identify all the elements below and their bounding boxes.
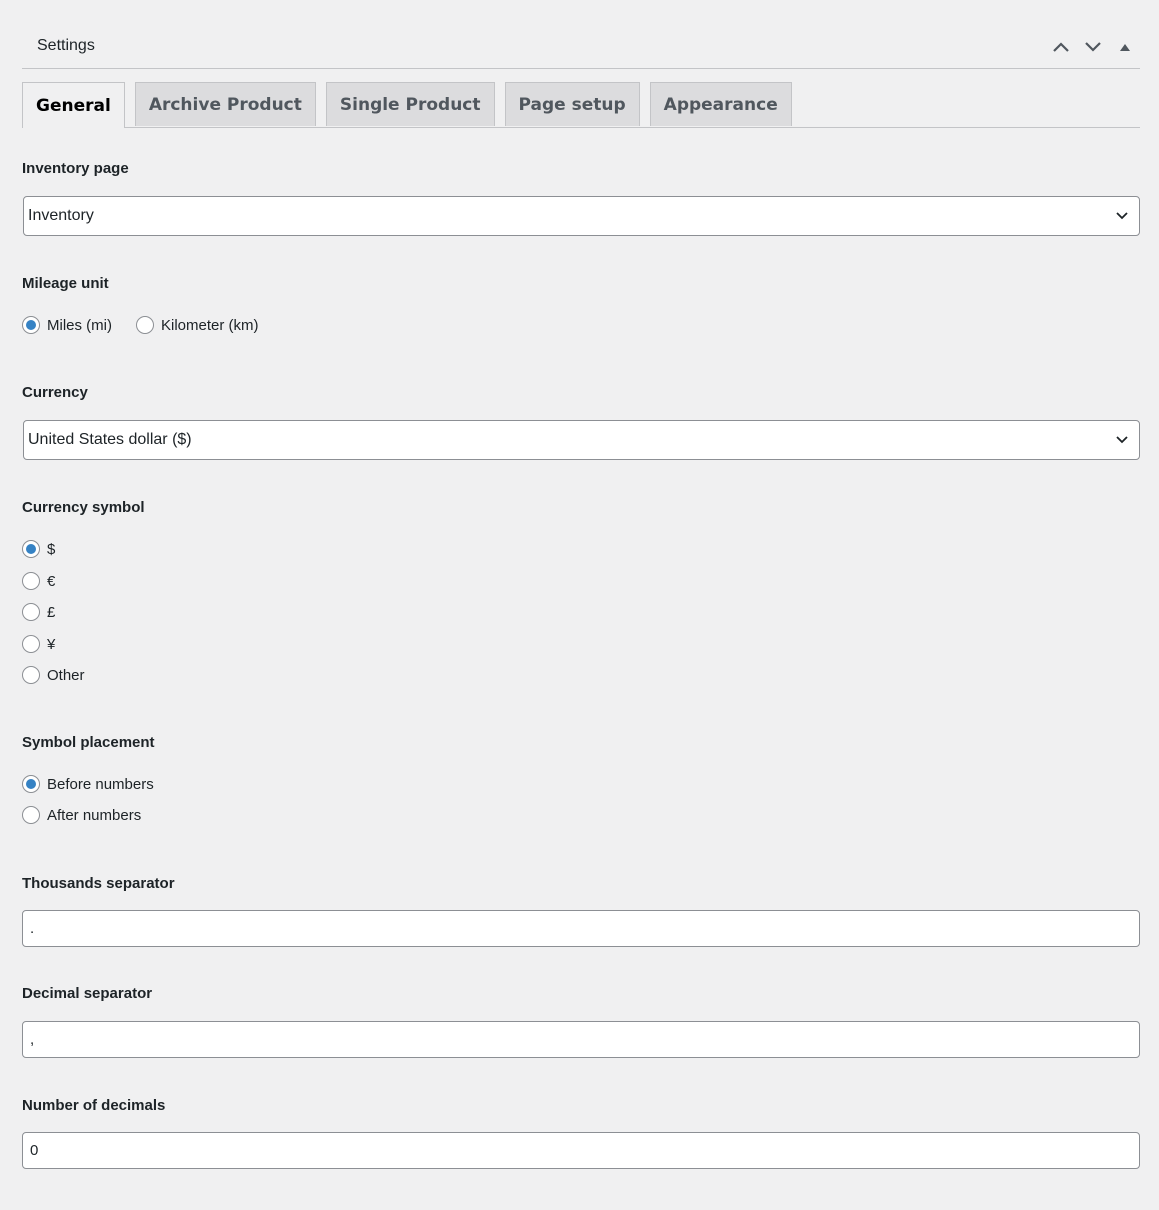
radio-symbol-pound[interactable]: £	[22, 603, 55, 621]
currency-symbol-option: Other	[22, 666, 85, 684]
currency-label: Currency	[22, 384, 88, 401]
settings-form: Inventory page Inventory Mileage unit Mi…	[22, 0, 1140, 1210]
currency-symbol-option: €	[22, 572, 55, 590]
symbol-placement-label: Symbol placement	[22, 734, 155, 751]
chevron-down-icon	[1116, 436, 1128, 444]
thousands-separator-input[interactable]: .	[22, 910, 1140, 947]
radio-symbol-euro[interactable]: €	[22, 572, 55, 590]
radio-kilometer-dot[interactable]	[136, 316, 154, 334]
chevron-down-icon	[1116, 212, 1128, 220]
radio-before-numbers[interactable]: Before numbers	[22, 775, 154, 793]
number-of-decimals-input[interactable]: 0	[22, 1132, 1140, 1169]
currency-symbol-option: ¥	[22, 635, 55, 653]
mileage-unit-label: Mileage unit	[22, 275, 109, 292]
radio-symbol-dollar-label: $	[47, 540, 56, 558]
radio-after-numbers[interactable]: After numbers	[22, 806, 141, 824]
currency-value: United States dollar ($)	[28, 431, 192, 448]
radio-kilometer-label: Kilometer (km)	[161, 316, 259, 334]
radio-miles[interactable]: Miles (mi)	[22, 316, 112, 334]
currency-symbol-label: Currency symbol	[22, 499, 145, 516]
symbol-placement-option: After numbers	[22, 806, 141, 824]
decimal-separator-label: Decimal separator	[22, 985, 153, 1002]
radio-after-numbers-dot[interactable]	[22, 806, 40, 824]
decimal-separator-input[interactable]: ,	[22, 1021, 1140, 1058]
radio-symbol-other-label: Other	[47, 666, 85, 684]
radio-symbol-euro-dot[interactable]	[22, 572, 40, 590]
inventory-page-label: Inventory page	[22, 160, 129, 177]
radio-symbol-pound-label: £	[47, 603, 56, 621]
currency-select[interactable]: United States dollar ($)	[23, 420, 1140, 460]
symbol-placement-option: Before numbers	[22, 775, 154, 793]
currency-symbol-option: $	[22, 540, 55, 558]
radio-before-numbers-dot[interactable]	[22, 775, 40, 793]
radio-miles-label: Miles (mi)	[47, 316, 112, 334]
inventory-page-value: Inventory	[28, 207, 94, 224]
number-of-decimals-label: Number of decimals	[22, 1097, 166, 1114]
radio-symbol-yen-label: ¥	[47, 635, 56, 653]
radio-symbol-euro-label: €	[47, 572, 56, 590]
radio-symbol-other[interactable]: Other	[22, 666, 85, 684]
currency-symbol-option: £	[22, 603, 55, 621]
radio-miles-dot[interactable]	[22, 316, 40, 334]
radio-symbol-dollar[interactable]: $	[22, 540, 55, 558]
radio-after-numbers-label: After numbers	[47, 806, 142, 824]
radio-symbol-pound-dot[interactable]	[22, 603, 40, 621]
radio-symbol-dollar-dot[interactable]	[22, 540, 40, 558]
radio-symbol-yen[interactable]: ¥	[22, 635, 55, 653]
mileage-unit-group: Miles (mi) Kilometer (km)	[22, 316, 259, 334]
radio-symbol-yen-dot[interactable]	[22, 635, 40, 653]
inventory-page-select[interactable]: Inventory	[23, 196, 1140, 236]
radio-before-numbers-label: Before numbers	[47, 775, 154, 793]
thousands-separator-label: Thousands separator	[22, 875, 175, 892]
radio-kilometer[interactable]: Kilometer (km)	[136, 316, 259, 334]
radio-symbol-other-dot[interactable]	[22, 666, 40, 684]
